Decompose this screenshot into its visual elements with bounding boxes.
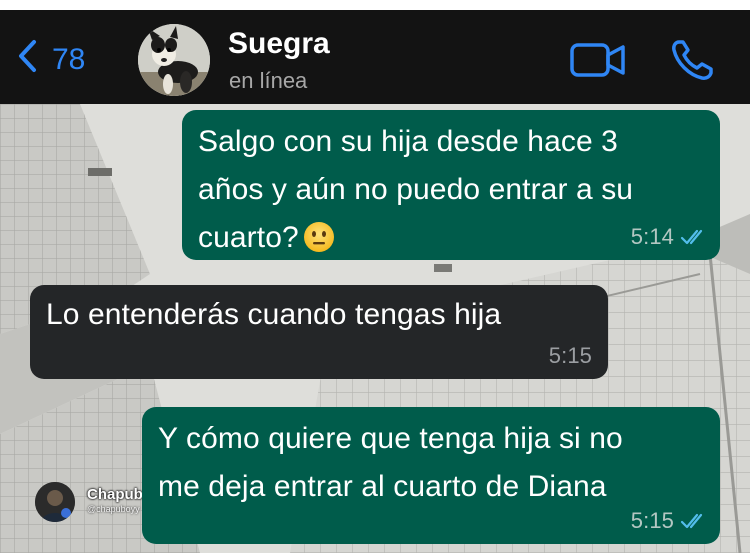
message-line: cuarto? bbox=[198, 214, 633, 262]
message-text: Lo entenderás cuando tengas hija bbox=[46, 291, 501, 339]
message-meta: 5:15 bbox=[631, 508, 708, 534]
chat-area[interactable]: Salgo con su hija desde hace 3 años y aú… bbox=[0, 104, 750, 553]
message-line: me deja entrar al cuarto de Diana bbox=[158, 470, 607, 503]
video-call-button[interactable] bbox=[569, 40, 627, 80]
video-camera-icon bbox=[569, 43, 627, 84]
contact-name[interactable]: Suegra bbox=[228, 27, 330, 61]
message-time: 5:14 bbox=[630, 224, 674, 249]
watermark-avatar bbox=[35, 482, 75, 522]
contact-avatar[interactable] bbox=[138, 24, 210, 96]
back-button[interactable]: 78 bbox=[14, 40, 85, 80]
message-line-text: cuarto? bbox=[198, 221, 299, 254]
chat-header: 78 Suegra en línea bbox=[0, 0, 750, 104]
chevron-left-icon bbox=[14, 36, 40, 84]
message-line: Y cómo quiere que tenga hija si no bbox=[158, 422, 623, 455]
neutral-face-emoji bbox=[303, 222, 334, 252]
status-bar-strip bbox=[0, 0, 750, 10]
contact-status: en línea bbox=[229, 68, 308, 93]
watermark-handle: @chapuboyy bbox=[87, 504, 140, 514]
message-bubble-outgoing[interactable]: Salgo con su hija desde hace 3 años y aú… bbox=[182, 110, 720, 260]
message-bubble-outgoing[interactable]: Y cómo quiere que tenga hija si no me de… bbox=[142, 407, 720, 544]
double-check-read-icon bbox=[680, 229, 703, 245]
message-text: Salgo con su hija desde hace 3 años y aú… bbox=[198, 118, 633, 262]
message-line: Salgo con su hija desde hace 3 bbox=[198, 125, 618, 158]
message-bubble-incoming[interactable]: Lo entenderás cuando tengas hija 5:15 bbox=[30, 285, 608, 379]
message-text: Y cómo quiere que tenga hija si no me de… bbox=[158, 415, 623, 511]
message-time: 5:15 bbox=[548, 343, 592, 368]
unread-count: 78 bbox=[52, 43, 86, 76]
message-meta: 5:14 bbox=[631, 224, 708, 250]
double-check-read-icon bbox=[680, 513, 703, 529]
message-line: Lo entenderás cuando tengas hija bbox=[46, 298, 502, 331]
phone-icon bbox=[670, 40, 716, 86]
message-line: años y aún no puedo entrar a su bbox=[198, 173, 634, 206]
message-time: 5:15 bbox=[630, 508, 674, 533]
message-meta: 5:15 bbox=[549, 343, 592, 369]
voice-call-button[interactable] bbox=[670, 38, 716, 82]
